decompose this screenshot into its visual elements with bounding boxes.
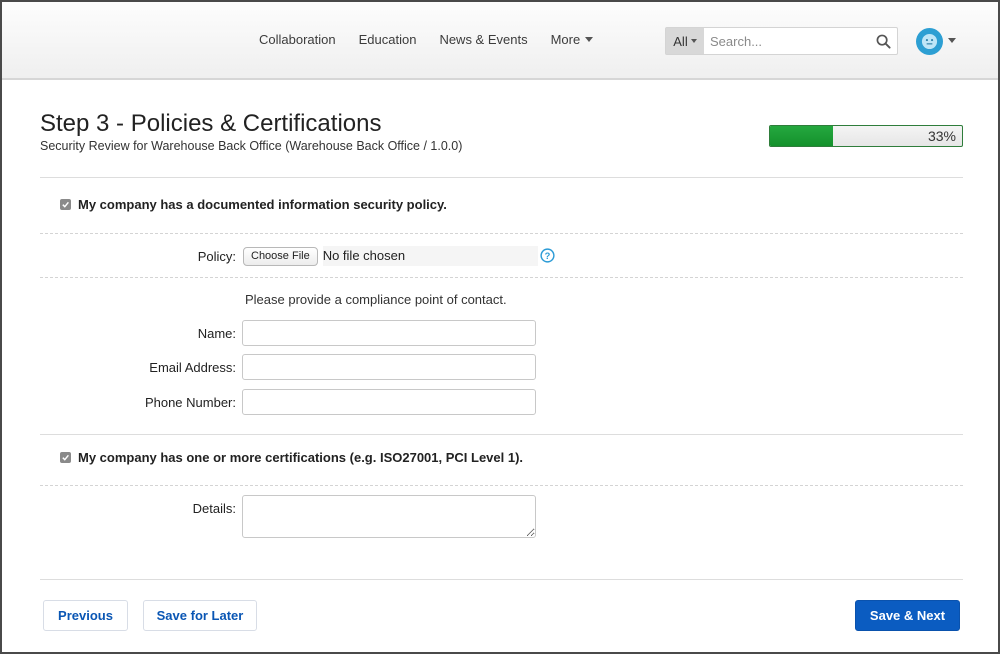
name-input[interactable]: [242, 320, 536, 346]
nav-more-label: More: [550, 32, 581, 47]
question-circle-icon[interactable]: ?: [540, 248, 555, 268]
progress-bar: 33%: [769, 125, 963, 147]
cert-checkbox-label: My company has one or more certification…: [78, 450, 524, 465]
policy-checkbox-label: My company has a documented information …: [78, 197, 447, 212]
search-scope-dropdown[interactable]: All: [666, 28, 704, 54]
policy-checkbox-row: My company has a documented information …: [60, 197, 447, 212]
details-label: Details:: [192, 501, 236, 516]
cert-checkbox-row: My company has one or more certification…: [60, 450, 523, 465]
save-and-next-button[interactable]: Save & Next: [855, 600, 960, 631]
svg-text:?: ?: [545, 251, 551, 261]
page-subtitle: Security Review for Warehouse Back Offic…: [40, 139, 463, 153]
cert-checkbox[interactable]: [60, 452, 71, 463]
search-bar: All: [665, 27, 898, 55]
save-for-later-button[interactable]: Save for Later: [143, 600, 257, 631]
divider: [40, 434, 963, 435]
search-icon[interactable]: [869, 28, 897, 54]
dashed-divider: [40, 485, 963, 486]
divider: [40, 177, 963, 178]
nav-more[interactable]: More: [551, 32, 594, 47]
chevron-down-icon: [585, 37, 594, 42]
dashed-divider: [40, 233, 963, 234]
progress-label: 33%: [927, 128, 956, 144]
dashed-divider: [40, 277, 963, 278]
details-textarea[interactable]: [242, 495, 536, 538]
top-header: Collaboration Education News & Events Mo…: [2, 2, 998, 80]
nav-education[interactable]: Education: [359, 32, 417, 47]
choose-file-button[interactable]: Choose File: [243, 246, 318, 266]
search-input[interactable]: [704, 28, 869, 54]
file-status: No file chosen: [322, 246, 538, 266]
nav-news-events[interactable]: News & Events: [439, 32, 527, 47]
policy-label: Policy:: [197, 249, 236, 264]
search-scope-label: All: [673, 33, 688, 49]
smiley-user-icon: [921, 33, 938, 50]
progress-bar-fill: [770, 126, 834, 146]
user-menu-caret-icon[interactable]: [948, 38, 956, 43]
phone-label: Phone Number:: [144, 395, 236, 410]
policy-checkbox[interactable]: [60, 199, 71, 210]
divider: [40, 579, 963, 580]
phone-input[interactable]: [242, 389, 536, 415]
policy-file-input: Choose File No file chosen: [243, 246, 538, 266]
page-frame: Collaboration Education News & Events Mo…: [0, 0, 1000, 654]
previous-button[interactable]: Previous: [43, 600, 128, 631]
email-label: Email Address:: [149, 360, 236, 375]
name-label: Name:: [197, 326, 236, 341]
chevron-down-icon: [690, 39, 697, 43]
page-title: Step 3 - Policies & Certifications: [40, 110, 382, 137]
contact-instructions: Please provide a compliance point of con…: [245, 292, 507, 307]
nav-collaboration[interactable]: Collaboration: [259, 32, 336, 47]
user-avatar[interactable]: [916, 28, 943, 55]
checkmark-icon: [62, 201, 69, 208]
main-nav: Collaboration Education News & Events Mo…: [259, 32, 616, 47]
email-input[interactable]: [242, 354, 536, 380]
checkmark-icon: [62, 454, 69, 461]
